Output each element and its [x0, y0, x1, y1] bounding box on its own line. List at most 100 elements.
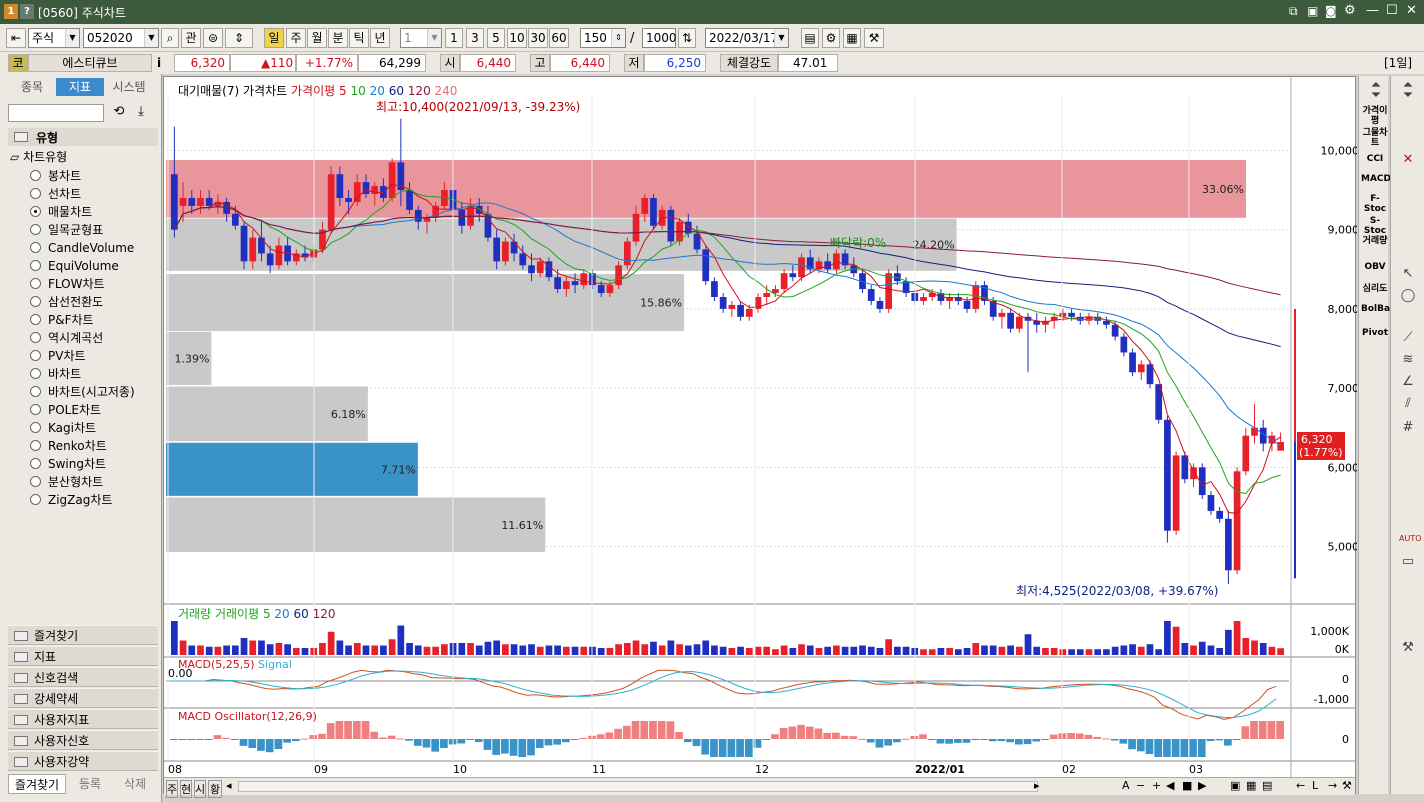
radio-icon[interactable] — [30, 224, 41, 235]
stop-icon[interactable]: ■ — [1182, 779, 1192, 792]
gwan-button[interactable]: 관 — [181, 28, 201, 48]
spin-icon[interactable]: ⇕ — [225, 28, 253, 48]
tab-delete[interactable]: 삭제 — [112, 774, 158, 794]
accordion-item[interactable]: 강세약세 — [8, 688, 158, 708]
interval-60-button[interactable]: 60 — [549, 28, 569, 48]
chart-type-option[interactable]: 삼선전환도 — [30, 293, 103, 311]
scroll-icon[interactable]: ⇅ — [678, 28, 696, 48]
chart-type-option[interactable]: 매물차트 — [30, 203, 92, 221]
save-chart-icon[interactable]: ▣ — [1230, 779, 1240, 792]
fibonacci-icon[interactable]: ≋ — [1399, 352, 1417, 368]
angle-icon[interactable]: ∠ — [1399, 374, 1417, 390]
radio-icon[interactable] — [30, 404, 41, 415]
window-icon[interactable]: ▭ — [1399, 554, 1417, 570]
chart-type-option[interactable]: Kagi차트 — [30, 419, 96, 437]
bottom-tab-hyeon[interactable]: 현 — [180, 780, 192, 798]
radio-icon[interactable] — [30, 440, 41, 451]
period-year-button[interactable]: 년 — [370, 28, 390, 48]
accordion-item[interactable]: 신호검색 — [8, 667, 158, 687]
zoom-in-icon[interactable]: + — [1152, 779, 1161, 792]
radio-icon[interactable] — [30, 260, 41, 271]
total-input[interactable]: 1000 — [642, 28, 677, 48]
indicator-shortcut[interactable]: OBV — [1361, 262, 1389, 272]
chart-type-option[interactable]: 선차트 — [30, 185, 81, 203]
bottom-tab-hwang[interactable]: 황 — [208, 780, 222, 798]
radio-icon[interactable] — [30, 206, 41, 217]
period-week-button[interactable]: 주 — [286, 28, 306, 48]
chart-type-option[interactable]: ZigZag차트 — [30, 491, 112, 509]
search-icon[interactable]: ⌕ — [161, 28, 179, 48]
accordion-item[interactable]: 사용자지표 — [8, 709, 158, 729]
interval-3-button[interactable]: 3 — [466, 28, 484, 48]
radio-icon[interactable] — [30, 314, 41, 325]
chart-area[interactable]: 33.06% 24.20% 15.86% 1.39% 6.18% 7.71% 11.61% 1… — [163, 76, 1357, 798]
settings-gear-icon[interactable]: ⚙ — [1344, 3, 1356, 18]
trendline-icon[interactable]: ⟋ — [1399, 330, 1417, 346]
indicator-shortcut[interactable]: S-Stoc — [1361, 216, 1389, 236]
interval-10-button[interactable]: 10 — [507, 28, 527, 48]
indicator-shortcut[interactable]: 심리도 — [1361, 284, 1389, 294]
chart-type-option[interactable]: 역시계곡선 — [30, 329, 103, 347]
radio-icon[interactable] — [30, 458, 41, 469]
horizontal-scrollbar[interactable] — [238, 781, 1038, 792]
period-tick-button[interactable]: 틱 — [349, 28, 369, 48]
step-forward-icon[interactable]: ▶ — [1198, 779, 1206, 792]
chart-type-option[interactable]: 바차트 — [30, 365, 81, 383]
chart-type-option[interactable]: PV차트 — [30, 347, 86, 365]
radio-icon[interactable] — [30, 332, 41, 343]
radio-icon[interactable] — [30, 188, 41, 199]
accordion-item[interactable]: 즐겨찾기 — [8, 625, 158, 645]
indicator-shortcut[interactable]: BolBand — [1361, 304, 1403, 314]
indicator-shortcut[interactable]: Pivot — [1361, 328, 1389, 338]
period-day-button[interactable]: 일 — [264, 28, 284, 48]
chart-type-option[interactable]: FLOW차트 — [30, 275, 105, 293]
link-icon[interactable]: ⊜ — [203, 28, 223, 48]
accordion-item[interactable]: 사용자신호 — [8, 730, 158, 750]
period-minute-button[interactable]: 분 — [328, 28, 348, 48]
radio-icon[interactable] — [30, 476, 41, 487]
type-section-header[interactable]: 유형 — [8, 128, 158, 146]
scroll-down-icon[interactable]: ⏷ — [1399, 88, 1417, 104]
tab-stocks[interactable]: 종목 — [8, 78, 56, 96]
tree-root-chart-types[interactable]: ▱ 차트유형 — [10, 148, 67, 166]
chart-type-option[interactable]: 분산형차트 — [30, 473, 103, 491]
grid-lines-icon[interactable]: # — [1399, 420, 1417, 436]
config-icon[interactable]: ⚙ — [822, 28, 840, 48]
save-icon[interactable]: ▦ — [843, 28, 861, 48]
radio-icon[interactable] — [30, 170, 41, 181]
window-link-icon[interactable]: ⧉ — [1289, 4, 1298, 19]
indicator-search-input[interactable] — [8, 104, 104, 122]
radio-icon[interactable] — [30, 386, 41, 397]
stock-code-input[interactable]: 052020 ▼ — [83, 28, 159, 48]
line-icon[interactable]: L — [1312, 779, 1318, 792]
interval-select[interactable]: 1 ▼ — [400, 28, 442, 48]
scroll-down-icon[interactable]: ⏷ — [1367, 88, 1385, 104]
circle-icon[interactable]: ◯ — [1399, 288, 1417, 304]
interval-5-button[interactable]: 5 — [487, 28, 505, 48]
arrow-left-icon[interactable]: ← — [1296, 779, 1305, 792]
tab-system[interactable]: 시스템 — [104, 78, 154, 96]
interval-30-button[interactable]: 30 — [528, 28, 548, 48]
radio-icon[interactable] — [30, 296, 41, 307]
info-icon[interactable]: i — [157, 56, 161, 70]
chart-type-option[interactable]: CandleVolume — [30, 239, 134, 257]
window-export-icon[interactable]: ▣ — [1307, 4, 1318, 18]
interval-1-button[interactable]: 1 — [445, 28, 463, 48]
chart-type-option[interactable]: 바차트(시고저종) — [30, 383, 135, 401]
first-stock-icon[interactable]: ⇤ — [6, 28, 26, 48]
arrow-right-icon[interactable]: → — [1328, 779, 1337, 792]
camera-icon[interactable]: ◙ — [1325, 4, 1337, 18]
chart-type-option[interactable]: 일목균형표 — [30, 221, 103, 239]
wrench-icon[interactable]: ⚒ — [1399, 640, 1417, 656]
count-input[interactable]: 150 ⇕ — [580, 28, 626, 48]
scroll-left-icon[interactable]: ◂ — [226, 779, 232, 792]
market-select[interactable]: 주식 ▼ — [28, 28, 80, 48]
tools-icon[interactable]: ⚒ — [864, 28, 884, 48]
window-number-badge[interactable]: 1 — [4, 4, 18, 19]
radio-icon[interactable] — [30, 242, 41, 253]
layout-icon[interactable]: ▦ — [1246, 779, 1256, 792]
radio-icon[interactable] — [30, 278, 41, 289]
delete-all-icon[interactable]: ✕ — [1399, 152, 1417, 168]
channel-icon[interactable]: ⫽ — [1399, 396, 1417, 412]
chart-type-option[interactable]: Renko차트 — [30, 437, 107, 455]
